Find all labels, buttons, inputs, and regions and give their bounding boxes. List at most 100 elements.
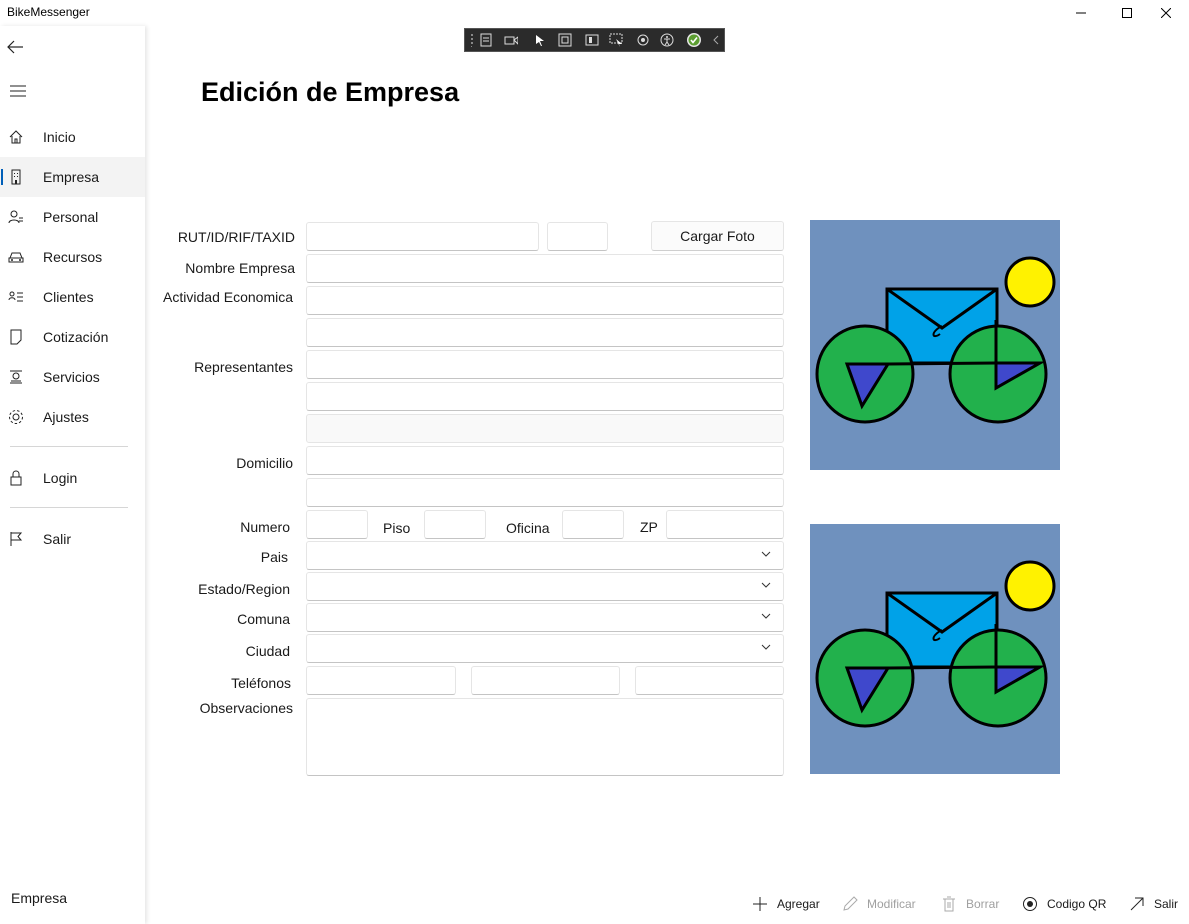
estado-combobox[interactable]	[306, 572, 784, 601]
pais-label: Pais	[260, 549, 288, 565]
nav-item-label: Servicios	[43, 369, 100, 385]
domicilio-input-2[interactable]	[306, 478, 784, 507]
telefono-input-2[interactable]	[471, 666, 620, 695]
flag-icon	[8, 531, 24, 547]
piso-input[interactable]	[424, 510, 486, 539]
nav-item-inicio[interactable]: Inicio	[0, 117, 145, 157]
oficina-input[interactable]	[562, 510, 624, 539]
nav-item-servicios[interactable]: Servicios	[0, 357, 145, 397]
salir-label: Salir	[1154, 897, 1179, 911]
nav-item-personal[interactable]: Personal	[0, 197, 145, 237]
telefono-input-3[interactable]	[635, 666, 784, 695]
zp-label: ZP	[640, 519, 658, 535]
page-title: Edición de Empresa	[201, 77, 460, 107]
agregar-button[interactable]: Agregar	[751, 893, 820, 915]
radio-dot-icon	[1021, 895, 1039, 913]
borrar-label: Borrar	[966, 897, 1000, 911]
nav-item-label: Empresa	[43, 169, 100, 185]
nav-item-login[interactable]: Login	[0, 458, 145, 498]
minimize-icon	[1076, 12, 1086, 14]
nombre-input[interactable]	[306, 254, 784, 283]
actividad-input-2[interactable]	[306, 318, 784, 347]
telefono-input-1[interactable]	[306, 666, 456, 695]
chevron-down-icon	[761, 551, 771, 557]
adorner-icon[interactable]	[558, 33, 572, 47]
trash-icon	[940, 895, 958, 913]
select-element-icon[interactable]	[533, 33, 547, 47]
comuna-label: Comuna	[237, 611, 290, 627]
representantes-input-2[interactable]	[306, 382, 784, 411]
nav-item-clientes[interactable]: Clientes	[0, 277, 145, 317]
chevron-down-icon	[761, 644, 771, 650]
nav-item-label: Recursos	[43, 249, 103, 265]
oficina-label: Oficina	[506, 520, 550, 536]
minimize-button[interactable]	[1058, 0, 1104, 26]
bike-messenger-logo	[815, 256, 1056, 424]
app-title: BikeMessenger	[7, 5, 90, 19]
codigo-qr-label: Codigo QR	[1047, 897, 1107, 911]
representantes-input-1[interactable]	[306, 350, 784, 379]
back-arrow-icon	[7, 40, 23, 54]
service-icon	[8, 369, 24, 385]
accessibility-icon[interactable]	[660, 33, 674, 47]
hamburger-button[interactable]	[10, 84, 26, 103]
close-button[interactable]	[1143, 0, 1189, 26]
contact-list-icon	[8, 289, 24, 305]
nav-item-label: Salir	[43, 531, 72, 547]
nav-item-cotizacion[interactable]: Cotización	[0, 317, 145, 357]
modificar-button[interactable]: Modificar	[841, 893, 916, 915]
nav-item-label: Login	[43, 470, 78, 486]
maximize-icon	[1122, 8, 1132, 18]
domicilio-label: Domicilio	[236, 455, 293, 471]
actividad-label: Actividad Economica	[163, 289, 293, 305]
pencil-icon	[841, 895, 859, 913]
ciudad-label: Ciudad	[245, 643, 290, 659]
ciudad-combobox[interactable]	[306, 634, 784, 663]
lock-icon	[8, 470, 24, 486]
zp-input[interactable]	[666, 510, 784, 539]
piso-label: Piso	[383, 520, 411, 536]
debug-toolbar	[464, 28, 725, 52]
cargar-foto-button[interactable]: Cargar Foto	[651, 221, 784, 251]
document-icon	[8, 329, 24, 345]
track-focus-icon[interactable]	[585, 33, 599, 47]
hamburger-icon	[10, 85, 26, 97]
nombre-label: Nombre Empresa	[185, 260, 295, 276]
domicilio-input-1[interactable]	[306, 446, 784, 475]
close-icon	[1161, 8, 1171, 18]
observaciones-label: Observaciones	[199, 700, 293, 716]
rut-input[interactable]	[306, 222, 539, 251]
nav-item-ajustes[interactable]: Ajustes	[0, 397, 145, 437]
vehicle-icon	[8, 249, 24, 265]
numero-input[interactable]	[306, 510, 368, 539]
arrow-up-right-icon	[1128, 895, 1146, 913]
live-tree-icon[interactable]	[480, 33, 494, 47]
comuna-combobox[interactable]	[306, 603, 784, 632]
agregar-label: Agregar	[777, 897, 820, 911]
collapse-icon[interactable]	[709, 33, 723, 47]
nav-item-label: Inicio	[43, 129, 76, 145]
check-status-icon[interactable]	[687, 33, 701, 47]
representantes-input-3[interactable]	[306, 414, 784, 443]
observaciones-textarea[interactable]	[306, 698, 784, 776]
display-layout-icon[interactable]	[609, 33, 623, 47]
nav-item-empresa[interactable]: Empresa	[0, 157, 145, 197]
navigation-pane: Inicio Empresa Personal Recursos Cliente…	[0, 26, 145, 924]
codigo-qr-button[interactable]: Codigo QR	[1021, 893, 1106, 915]
nav-item-label: Ajustes	[43, 409, 89, 425]
rut-dv-input[interactable]	[547, 222, 608, 251]
video-icon[interactable]	[504, 33, 518, 47]
nav-separator	[10, 446, 128, 447]
company-logo-image	[810, 220, 1060, 470]
nav-item-recursos[interactable]: Recursos	[0, 237, 145, 277]
representantes-label: Representantes	[194, 359, 293, 375]
nav-item-salir[interactable]: Salir	[0, 519, 145, 559]
estado-label: Estado/Region	[198, 581, 290, 597]
hot-reload-icon[interactable]	[636, 33, 650, 47]
pais-combobox[interactable]	[306, 541, 784, 570]
back-button[interactable]	[6, 38, 24, 61]
plus-icon	[751, 895, 769, 913]
actividad-input-1[interactable]	[306, 286, 784, 315]
salir-button[interactable]: Salir	[1128, 893, 1178, 915]
borrar-button[interactable]: Borrar	[940, 893, 999, 915]
